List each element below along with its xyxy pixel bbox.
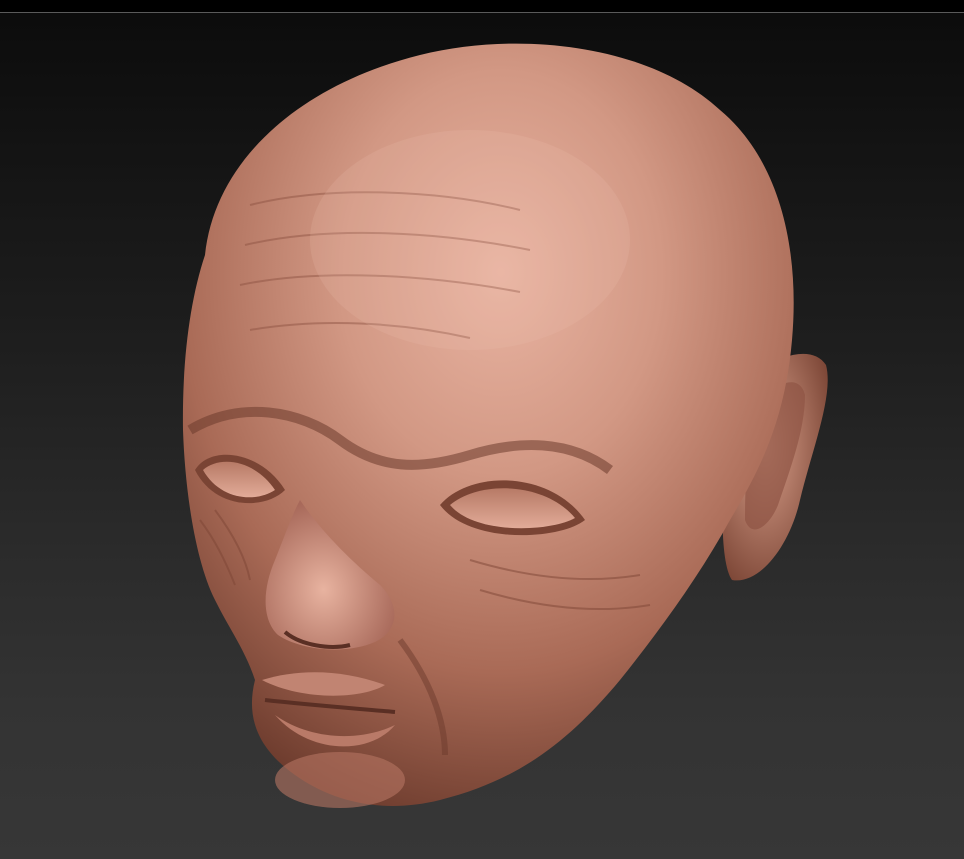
scalp-highlight	[310, 130, 630, 350]
sculpt-viewport[interactable]	[0, 0, 964, 859]
chin	[275, 752, 405, 808]
sculpted-head-model[interactable]	[0, 0, 964, 859]
